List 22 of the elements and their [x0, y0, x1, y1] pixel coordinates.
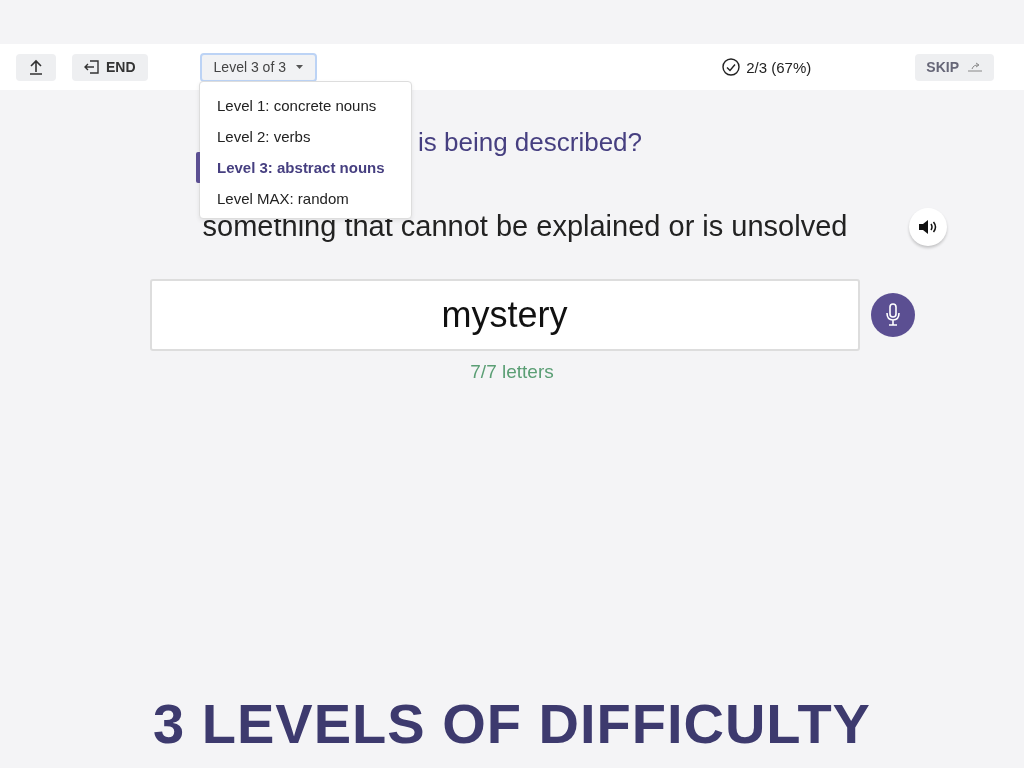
menu-item[interactable]: Level MAX: random [196, 183, 411, 214]
menu-item[interactable]: Level 2: verbs [196, 121, 411, 152]
upload-icon [29, 59, 43, 75]
skip-button[interactable]: SKIP [915, 53, 994, 81]
question-text: is being described? [418, 127, 643, 158]
microphone-button[interactable] [870, 293, 915, 337]
level-dropdown[interactable]: Level 3 of 3 [199, 52, 317, 82]
check-circle-icon [722, 58, 741, 76]
headline: 3 LEVELS OF DIFFICULTY [153, 691, 871, 756]
answer-field[interactable]: mystery [149, 279, 860, 351]
share-arrow-icon [967, 62, 983, 72]
end-button[interactable]: END [72, 53, 148, 81]
speaker-icon [918, 218, 938, 235]
microphone-icon [884, 303, 901, 327]
upload-button[interactable] [16, 53, 56, 81]
letter-count: 7/7 letters [470, 361, 554, 383]
caret-icon [295, 65, 303, 69]
speaker-button[interactable] [909, 207, 947, 246]
menu-item[interactable]: Level 1: concrete nouns [196, 90, 411, 121]
exit-icon [84, 60, 100, 74]
progress-text: 2/3 (67%) [746, 58, 812, 76]
menu-item[interactable]: Level 3: abstract nouns [196, 152, 411, 183]
